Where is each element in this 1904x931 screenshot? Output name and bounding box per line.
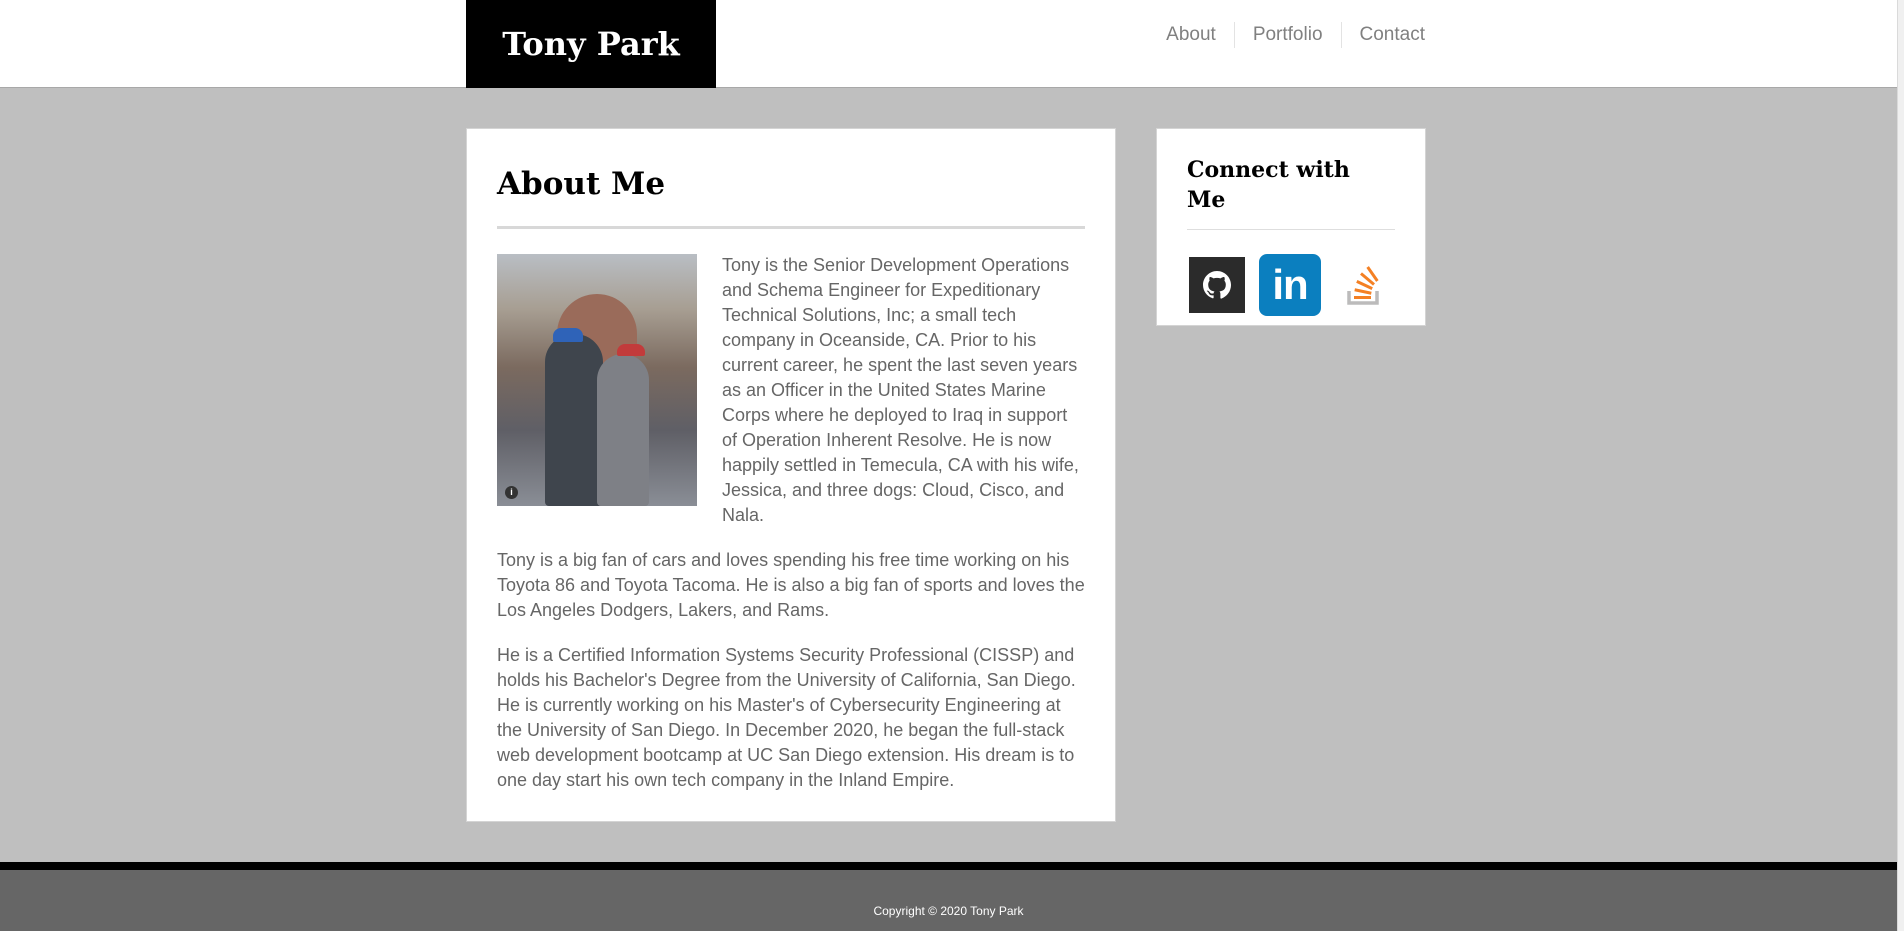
brand-logo[interactable]: Tony Park — [466, 0, 716, 88]
nav-about[interactable]: About — [1148, 22, 1234, 48]
nav-contact[interactable]: Contact — [1340, 22, 1425, 48]
copyright-text: Copyright © 2020 Tony Park — [873, 904, 1024, 918]
about-card: About Me i Tony is the Senior Developmen… — [466, 128, 1116, 822]
connect-divider — [1187, 229, 1395, 230]
social-links: in — [1187, 254, 1395, 316]
connect-title: Connect with Me — [1187, 157, 1350, 213]
stackoverflow-icon[interactable] — [1341, 261, 1389, 309]
nav-portfolio[interactable]: Portfolio — [1233, 22, 1341, 48]
profile-photo: i — [497, 254, 697, 506]
main-nav: About Portfolio Contact — [1148, 22, 1425, 48]
github-icon[interactable] — [1189, 257, 1245, 313]
bio-paragraph-2: Tony is a big fan of cars and loves spen… — [497, 550, 1085, 620]
bio-paragraph-3: He is a Certified Information Systems Se… — [497, 645, 1076, 790]
site-header: Tony Park About Portfolio Contact — [0, 0, 1897, 88]
title-divider — [497, 226, 1085, 229]
page-scrollbar[interactable] — [1897, 0, 1904, 931]
photo-info-icon[interactable]: i — [505, 486, 518, 499]
site-footer: Copyright © 2020 Tony Park — [0, 870, 1897, 931]
about-title: About Me — [497, 166, 666, 202]
linkedin-icon[interactable]: in — [1259, 254, 1321, 316]
about-bio: i Tony is the Senior Development Operati… — [497, 253, 1085, 793]
connect-card: Connect with Me in — [1156, 128, 1426, 326]
footer-divider — [0, 862, 1897, 870]
